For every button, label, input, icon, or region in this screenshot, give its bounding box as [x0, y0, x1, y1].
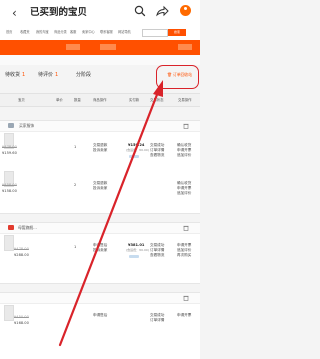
- spacer: [0, 55, 200, 65]
- order-operations[interactable]: 申请开票 追加评价 再次购买: [177, 243, 191, 258]
- shop-icon: [8, 123, 14, 128]
- original-price: ¥450.00: [14, 315, 29, 319]
- nav-item[interactable]: 客服: [70, 29, 76, 34]
- order-card: 买家服饰 ¥478.00 ¥159.60 1 交易退款 投诉卖家 ¥159.24…: [0, 120, 200, 214]
- quantity: 2: [74, 183, 77, 187]
- payment-detail-button[interactable]: [129, 255, 139, 258]
- nav-search-input[interactable]: [142, 29, 168, 37]
- order-header: 母婴旗舰...: [0, 223, 200, 234]
- shipping-note: (含运费：¥0.00): [126, 148, 149, 152]
- unit-price: ¥168.00: [14, 321, 29, 325]
- site-nav: 首页 收藏夹 我的淘宝 商品分类 客服 卖家中心 联系客服 网站导航 搜索: [0, 26, 200, 40]
- order-status[interactable]: 交易成功 订单详情 查看物流: [150, 243, 164, 258]
- quantity: 1: [74, 145, 77, 149]
- order-status[interactable]: 交易成功 订单详情 查看物流: [150, 143, 164, 158]
- nav-item[interactable]: 我的淘宝: [36, 29, 49, 34]
- order-header: 买家服饰: [0, 121, 200, 132]
- item-actions[interactable]: 申请售后 投诉卖家: [93, 243, 107, 253]
- unit-price: ¥158.00: [2, 189, 17, 193]
- banner-block: [66, 44, 80, 50]
- order-operations[interactable]: 确认收货 申请开票 追加评价: [177, 143, 191, 158]
- item-actions[interactable]: 交易退款 投诉卖家: [93, 143, 107, 153]
- unit-price: ¥288.00: [14, 253, 29, 257]
- order-header: [0, 293, 200, 304]
- nav-search-button[interactable]: 搜索: [168, 29, 186, 36]
- badge-dot: [184, 7, 187, 10]
- order-status[interactable]: 交易成功 订单详情: [150, 313, 164, 323]
- shop-icon: [8, 225, 14, 230]
- nav-item[interactable]: 商品分类: [54, 29, 67, 34]
- col-header: 实付款: [129, 98, 140, 102]
- table-header: 宝贝 单价 数量 商品操作 实付款 交易状态 交易操作: [0, 93, 200, 107]
- quantity: 1: [74, 245, 77, 249]
- col-header: 数量: [74, 98, 81, 102]
- original-price: ¥478.00: [2, 145, 17, 149]
- order-card: 母婴旗舰... ¥478.00 ¥288.00 1 申请售后 投诉卖家 ¥381…: [0, 222, 200, 284]
- annotation-highlight-box: [156, 65, 199, 89]
- original-price: ¥478.00: [14, 247, 29, 251]
- shop-name[interactable]: 买家服饰: [19, 123, 34, 129]
- nav-item[interactable]: 卖家中心: [82, 29, 95, 34]
- shop-name[interactable]: 母婴旗舰...: [18, 225, 37, 231]
- original-price: ¥458.00: [2, 183, 17, 187]
- back-icon[interactable]: ‹: [12, 4, 17, 22]
- order-operations[interactable]: 申请开票: [177, 313, 191, 318]
- orange-banner: [0, 40, 200, 55]
- col-header: 商品操作: [93, 98, 107, 102]
- order-card: ¥450.00 ¥168.00 申请售后 交易成功 订单详情 申请开票: [0, 292, 200, 359]
- product-thumbnail[interactable]: [4, 305, 14, 321]
- nav-item[interactable]: 网站导航: [118, 29, 131, 34]
- banner-block: [100, 44, 116, 50]
- more-icon[interactable]: [180, 5, 191, 16]
- item-actions[interactable]: 申请售后: [93, 313, 107, 318]
- tab-pending-review[interactable]: 待评价 1: [38, 71, 58, 78]
- page-title: 已买到的宝贝: [30, 7, 88, 18]
- col-header: 交易操作: [178, 98, 192, 102]
- trash-icon[interactable]: [183, 123, 189, 129]
- trash-icon[interactable]: [183, 295, 189, 301]
- top-bar: ‹ 已买到的宝贝: [0, 0, 200, 26]
- col-header: 交易状态: [150, 98, 164, 102]
- col-header: 单价: [56, 98, 63, 102]
- tab-staged[interactable]: 分阶段: [76, 71, 91, 78]
- shipping-note: (含运费：¥0.00): [126, 248, 149, 252]
- share-icon[interactable]: [155, 4, 169, 18]
- banner-block: [178, 44, 192, 50]
- unit-price: ¥159.60: [2, 151, 17, 155]
- nav-item[interactable]: 收藏夹: [20, 29, 30, 34]
- order-operations[interactable]: 确认收货 申请开票 追加评价: [177, 181, 191, 196]
- payment-detail-button[interactable]: [129, 155, 139, 158]
- nav-item[interactable]: 首页: [6, 29, 12, 34]
- tab-pending-receipt[interactable]: 待收货 1: [5, 71, 25, 78]
- col-header: 宝贝: [18, 98, 25, 102]
- trash-icon[interactable]: [183, 225, 189, 231]
- nav-item[interactable]: 联系客服: [100, 29, 113, 34]
- search-icon[interactable]: [133, 4, 147, 18]
- item-actions[interactable]: 交易退款 投诉卖家: [93, 181, 107, 191]
- product-thumbnail[interactable]: [4, 235, 14, 251]
